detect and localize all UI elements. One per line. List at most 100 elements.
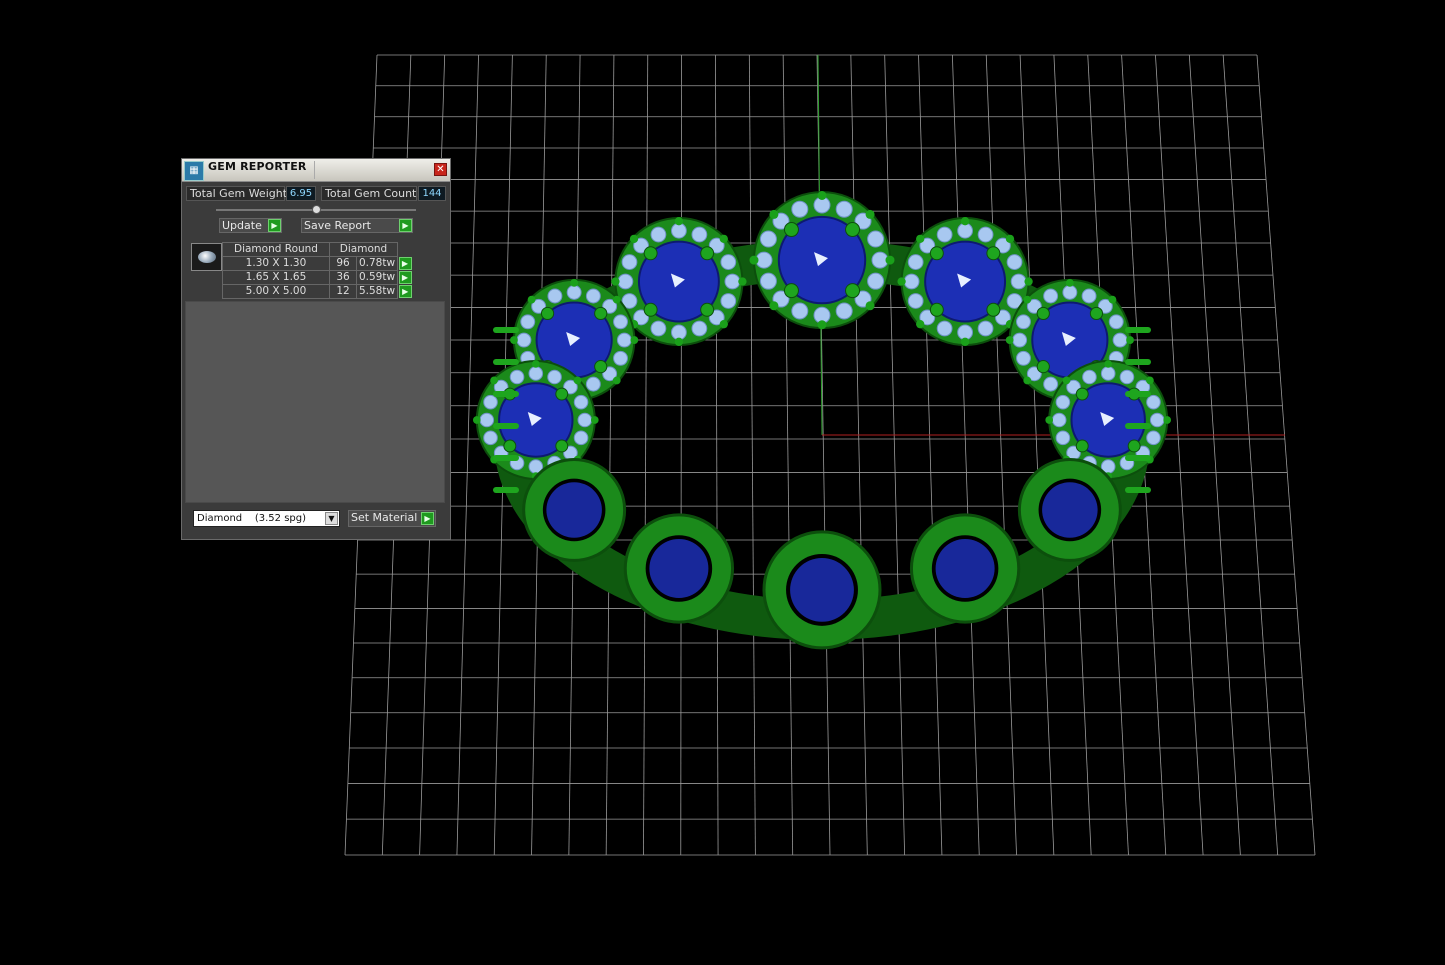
header-material: Diamond (329, 242, 398, 257)
total-gem-count-value: 144 (418, 186, 446, 201)
play-arrow-icon: ▶ (268, 219, 281, 232)
bead-prong (611, 277, 620, 286)
accent-diamond (1081, 288, 1097, 304)
gem-setting (623, 513, 735, 624)
accent-diamond (835, 200, 853, 218)
accent-diamond (759, 230, 777, 248)
bead-prong (769, 301, 779, 311)
material-select-value: Diamond (3.52 spg) (197, 513, 307, 524)
gem-pavilion (1042, 482, 1098, 538)
gem-size: 5.00 X 5.00 (222, 284, 330, 299)
accent-diamond (720, 293, 737, 309)
bead-prong (865, 301, 875, 311)
close-icon[interactable]: ✕ (434, 163, 447, 176)
bead-prong (817, 320, 827, 330)
grid-line (643, 54, 649, 856)
bead-prong (570, 278, 579, 287)
gem-size: 1.65 X 1.65 (222, 270, 330, 285)
accent-diamond (791, 302, 809, 320)
accent-diamond (691, 226, 708, 243)
bead-prong (674, 217, 684, 226)
accent-diamond (1012, 332, 1028, 348)
bead-prong (1163, 416, 1172, 424)
accent-diamond (791, 200, 809, 218)
bead-prong (630, 336, 639, 344)
gem-thumbnail[interactable] (191, 243, 222, 271)
accent-diamond (516, 332, 532, 348)
play-arrow-icon[interactable]: ▶ (398, 271, 412, 284)
prong (555, 439, 569, 453)
accent-diamond (650, 320, 667, 337)
gem-list-area (185, 301, 445, 503)
accent-diamond (547, 288, 563, 304)
set-material-button[interactable]: Set Material ▶ (348, 510, 436, 527)
gem-pavilion (935, 538, 995, 598)
accent-diamond (724, 273, 741, 290)
accent-diamond (1119, 369, 1135, 385)
bead-prong (769, 209, 779, 219)
prong (555, 387, 569, 401)
grid-line (715, 54, 719, 856)
accent-diamond (1043, 288, 1059, 304)
table-row[interactable]: 1.30 X 1.30 96 0.78tw ▶ (222, 256, 413, 271)
update-button[interactable]: Update ▶ (219, 218, 282, 233)
accent-diamond (1010, 273, 1027, 290)
bead-prong (1045, 416, 1054, 424)
accent-diamond (520, 314, 536, 330)
grid-line (918, 54, 943, 856)
accent-diamond (977, 226, 994, 243)
grid-line (1019, 54, 1055, 856)
table-row[interactable]: 5.00 X 5.00 12 5.58tw ▶ (222, 284, 413, 299)
accent-diamond (1043, 376, 1059, 392)
title-separator (314, 161, 315, 179)
grid-line (884, 54, 906, 856)
accent-diamond (867, 272, 885, 290)
prong (986, 302, 1001, 317)
bead-prong (1065, 278, 1074, 287)
prong (643, 302, 658, 317)
gem-weight: 0.59tw (356, 270, 398, 285)
accent-diamond (509, 369, 525, 385)
bead-prong (960, 337, 970, 347)
accent-diamond (1146, 394, 1161, 410)
material-select[interactable]: Diamond (3.52 spg) ▼ (193, 510, 340, 527)
play-arrow-icon[interactable]: ▶ (398, 257, 412, 270)
prong (845, 283, 861, 299)
grid-line (1256, 54, 1316, 856)
accent-diamond (1062, 284, 1078, 300)
gem-setting (909, 513, 1021, 624)
grid-line (605, 54, 615, 856)
grid-line (850, 54, 868, 856)
chevron-down-icon[interactable]: ▼ (325, 512, 338, 525)
prong (845, 222, 861, 238)
accent-diamond (1149, 412, 1165, 428)
prong (503, 439, 517, 453)
update-button-label: Update (222, 219, 262, 232)
accent-diamond (936, 320, 953, 337)
prong (986, 246, 1001, 261)
prong (643, 246, 658, 261)
accent-diamond (835, 302, 853, 320)
bead-prong (897, 277, 906, 286)
bead-prong (629, 234, 639, 244)
bead-prong (916, 320, 925, 329)
bead-prong (1126, 336, 1134, 344)
accent-diamond (1082, 369, 1097, 385)
bead-prong (531, 360, 540, 368)
save-report-button[interactable]: Save Report ▶ (301, 218, 413, 233)
accent-diamond (650, 226, 667, 243)
bead-prong (612, 376, 621, 385)
accent-diamond (1108, 314, 1124, 330)
set-material-button-label: Set Material (351, 511, 418, 524)
bead-prong (590, 416, 599, 424)
accent-diamond (1006, 254, 1023, 270)
bead-prong (1024, 277, 1033, 286)
table-row[interactable]: 1.65 X 1.65 36 0.59tw ▶ (222, 270, 413, 285)
slider-handle[interactable] (312, 205, 321, 214)
accent-diamond (483, 394, 498, 410)
header-cut: Diamond Round (222, 242, 330, 257)
accent-diamond (585, 376, 601, 392)
accent-diamond (613, 350, 628, 366)
panel-titlebar[interactable]: ▦ GEM REPORTER ✕ (182, 159, 450, 182)
play-arrow-icon[interactable]: ▶ (398, 285, 412, 298)
